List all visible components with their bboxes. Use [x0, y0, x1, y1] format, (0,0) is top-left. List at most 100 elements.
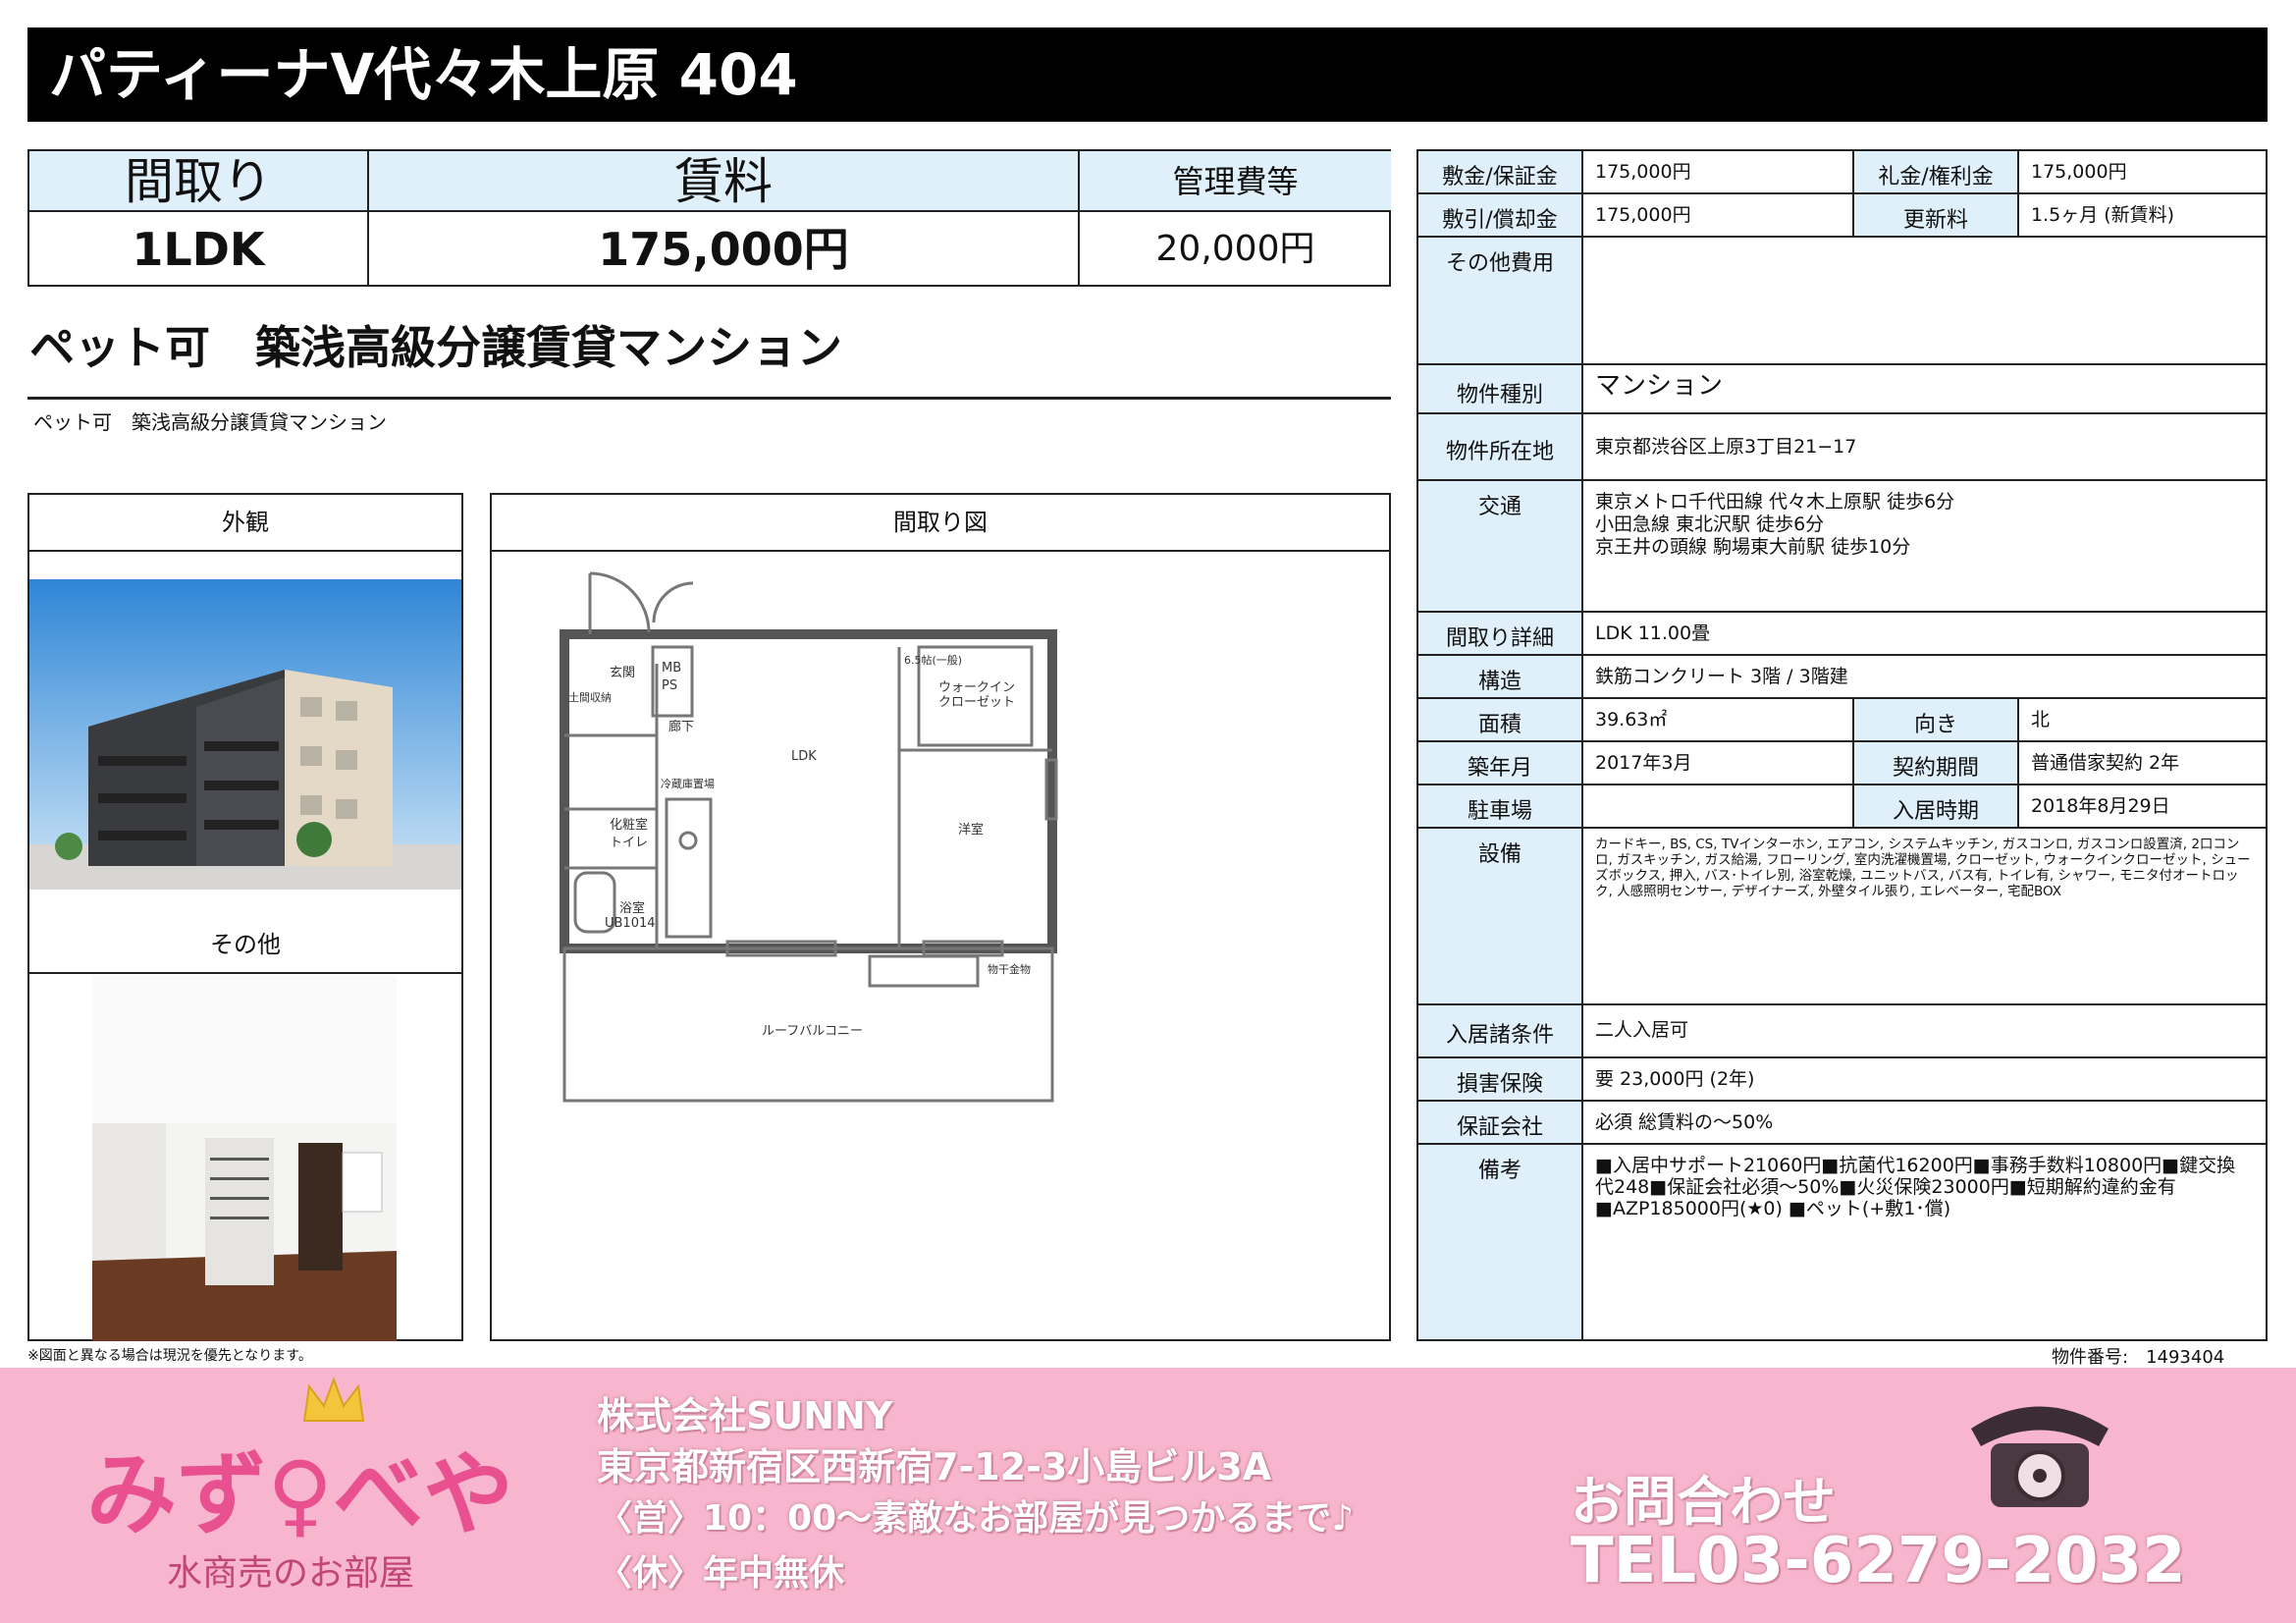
conditions-label: 入居諸条件 — [1418, 1005, 1583, 1056]
parking-value — [1583, 785, 1854, 827]
transport-label: 交通 — [1418, 481, 1583, 611]
row-conditions: 入居諸条件 二人入居可 — [1418, 1005, 2266, 1058]
other-heading: その他 — [29, 917, 461, 974]
renewal-value: 1.5ヶ月 (新賃料) — [2031, 204, 2175, 226]
insurance-value: 要 23,000円 (2年) — [1595, 1068, 1755, 1090]
row-area: 面積 39.63㎡ 向き 北 — [1418, 699, 2266, 742]
parking-label: 駐車場 — [1418, 785, 1583, 827]
row-shiki: 敷引/償却金 175,000円 更新料 1.5ヶ月 (新賃料) — [1418, 194, 2266, 238]
property-info-table: 敷金/保証金 175,000円 礼金/権利金 175,000円 敷引/償却金 1… — [1416, 149, 2268, 1341]
layout-value: 1LDK — [29, 212, 369, 287]
tel-number: TEL03-6279-2032 — [1571, 1525, 2186, 1597]
built-value: 2017年3月 — [1583, 742, 1854, 784]
remarks-value: ■入居中サポート21060円■抗菌代16200円■事務手数料10800円■鍵交換… — [1595, 1155, 2236, 1219]
floorplan-drawing: 玄関 MB PS 廊下 LDK ウォークイン クローゼット 洋室 化粧室 トイレ… — [560, 571, 1058, 1103]
equipment-label: 設備 — [1418, 829, 1583, 1003]
agency-logo: みず♀べや — [86, 1441, 514, 1547]
row-type: 物件種別 マンション — [1418, 365, 2266, 414]
row-built: 築年月 2017年3月 契約期間 普通借家契約 2年 — [1418, 742, 2266, 785]
fp-walkin-2: クローゼット — [938, 695, 1015, 710]
divider — [27, 397, 1391, 400]
conditions-value: 二人入居可 — [1595, 1019, 1689, 1041]
direction-label: 向き — [1854, 699, 2019, 740]
agency-logo-sub: 水商売のお部屋 — [167, 1553, 415, 1594]
fp-bath-1: 浴室 — [619, 900, 645, 916]
equipment-value: カードキー, BS, CS, TVインターホン, エアコン, システムキッチン,… — [1595, 837, 2251, 899]
telephone-icon — [1971, 1406, 2109, 1507]
transport-line: 東京メトロ千代田線 代々木上原駅 徒歩6分 — [1595, 491, 1955, 513]
structure-label: 構造 — [1418, 656, 1583, 697]
other-fee-label: その他費用 — [1418, 238, 1583, 363]
shiki-value: 175,000円 — [1583, 194, 1854, 236]
key-money-value: 175,000円 — [2031, 161, 2127, 183]
fp-balcony: ルーフバルコニー — [762, 1024, 863, 1039]
catch-copy: ペット可 築浅高級分譲賃貸マンション — [29, 321, 842, 374]
built-label: 築年月 — [1418, 742, 1583, 784]
floorplan-panel: 間取り図 玄関 MB PS 廊下 LDK ウォークイン クローゼット 洋室 化粧… — [490, 493, 1391, 1341]
transport-value: 東京メトロ千代田線 代々木上原駅 徒歩6分 小田急線 東北沢駅 徒歩6分 京王井… — [1583, 481, 2266, 611]
row-transport: 交通 東京メトロ千代田線 代々木上原駅 徒歩6分 小田急線 東北沢駅 徒歩6分 … — [1418, 481, 2266, 613]
type-value: マンション — [1595, 371, 1724, 401]
fp-toilet: トイレ — [610, 836, 648, 850]
property-number: 物件番号: 1493404 — [2052, 1347, 2225, 1368]
fee-value: 20,000円 — [1155, 229, 1315, 269]
row-insurance: 損害保険 要 23,000円 (2年) — [1418, 1058, 2266, 1102]
movein-label: 入居時期 — [1854, 785, 2019, 827]
fee-header: 管理費等 — [1080, 151, 1391, 212]
area-value: 39.63㎡ — [1583, 699, 1854, 740]
fp-storage: 6.5帖(一般) — [904, 654, 962, 667]
renewal-label: 更新料 — [1854, 194, 2019, 236]
fp-walkin-1: ウォークイン — [938, 680, 1015, 695]
contract-label: 契約期間 — [1854, 742, 2019, 784]
transport-line: 小田急線 東北沢駅 徒歩6分 — [1595, 514, 1825, 535]
row-guarantor: 保証会社 必須 総賃料の〜50% — [1418, 1102, 2266, 1145]
movein-value: 2018年8月29日 — [2031, 795, 2170, 817]
row-parking: 駐車場 入居時期 2018年8月29日 — [1418, 785, 2266, 829]
rent-header: 賃料 — [369, 151, 1080, 212]
agency-footer: みず♀べや 水商売のお部屋 株式会社SUNNY 東京都新宿区西新宿7-12-3小… — [0, 1368, 2296, 1623]
fp-fridge: 冷蔵庫置場 — [661, 777, 715, 790]
layout-header: 間取り — [29, 151, 369, 212]
floorplan-heading: 間取り図 — [492, 495, 1389, 552]
page-title: パティーナⅤ代々木上原 404 — [27, 27, 2268, 122]
remarks-label: 備考 — [1418, 1145, 1583, 1339]
direction-value: 北 — [2031, 709, 2051, 730]
exterior-heading: 外観 — [29, 495, 461, 552]
fp-ldk: LDK — [791, 749, 817, 764]
type-label: 物件種別 — [1418, 365, 1583, 412]
fp-vanity: 化粧室 — [610, 817, 648, 833]
transport-line: 京王井の頭線 駒場東大前駅 徒歩10分 — [1595, 536, 1911, 558]
row-address: 物件所在地 東京都渋谷区上原3丁目21−17 — [1418, 414, 2266, 481]
fp-ps: PS — [662, 678, 677, 693]
fp-bicycle: 土間収納 — [568, 691, 612, 704]
disclaimer: ※図面と異なる場合は現況を優先となります。 — [27, 1348, 312, 1364]
key-money-label: 礼金/権利金 — [1854, 151, 2019, 192]
guarantor-label: 保証会社 — [1418, 1102, 1583, 1143]
insurance-label: 損害保険 — [1418, 1058, 1583, 1100]
photo-panel: 外観 その他 — [27, 493, 463, 1341]
rent-value: 175,000円 — [369, 212, 1080, 287]
structure-value: 鉄筋コンクリート 3階 / 3階建 — [1595, 666, 1848, 687]
summary-table: 間取り 賃料 管理費等 1LDK 175,000円 20,000円 — [27, 149, 1391, 287]
interior-photo — [92, 976, 397, 1341]
fp-bath-2: UB1014 — [605, 916, 656, 931]
contract-value: 普通借家契約 2年 — [2031, 752, 2180, 774]
fp-drying: 物干金物 — [988, 962, 1031, 976]
layout-detail-value: LDK 11.00畳 — [1595, 622, 1711, 644]
fp-entrance: 玄関 — [610, 666, 635, 680]
row-structure: 構造 鉄筋コンクリート 3階 / 3階建 — [1418, 656, 2266, 699]
deposit-label: 敷金/保証金 — [1418, 151, 1583, 192]
row-layout: 間取り詳細 LDK 11.00畳 — [1418, 613, 2266, 656]
fp-hall: 廊下 — [668, 719, 694, 734]
business-hours: 〈営〉10：00〜素敵なお部屋が見つかるまで♪ — [597, 1498, 1355, 1539]
fp-western: 洋室 — [958, 822, 984, 838]
address-label: 物件所在地 — [1418, 414, 1583, 479]
fp-mb: MB — [662, 661, 681, 676]
area-label: 面積 — [1418, 699, 1583, 740]
layout-detail-label: 間取り詳細 — [1418, 613, 1583, 654]
guarantor-value: 必須 総賃料の〜50% — [1595, 1111, 1774, 1133]
company-address: 東京都新宿区西新宿7-12-3小島ビル3A — [597, 1445, 1272, 1488]
holiday: 〈休〉年中無休 — [597, 1553, 845, 1594]
address-value: 東京都渋谷区上原3丁目21−17 — [1595, 436, 1857, 458]
row-remarks: 備考 ■入居中サポート21060円■抗菌代16200円■事務手数料10800円■… — [1418, 1145, 2266, 1339]
